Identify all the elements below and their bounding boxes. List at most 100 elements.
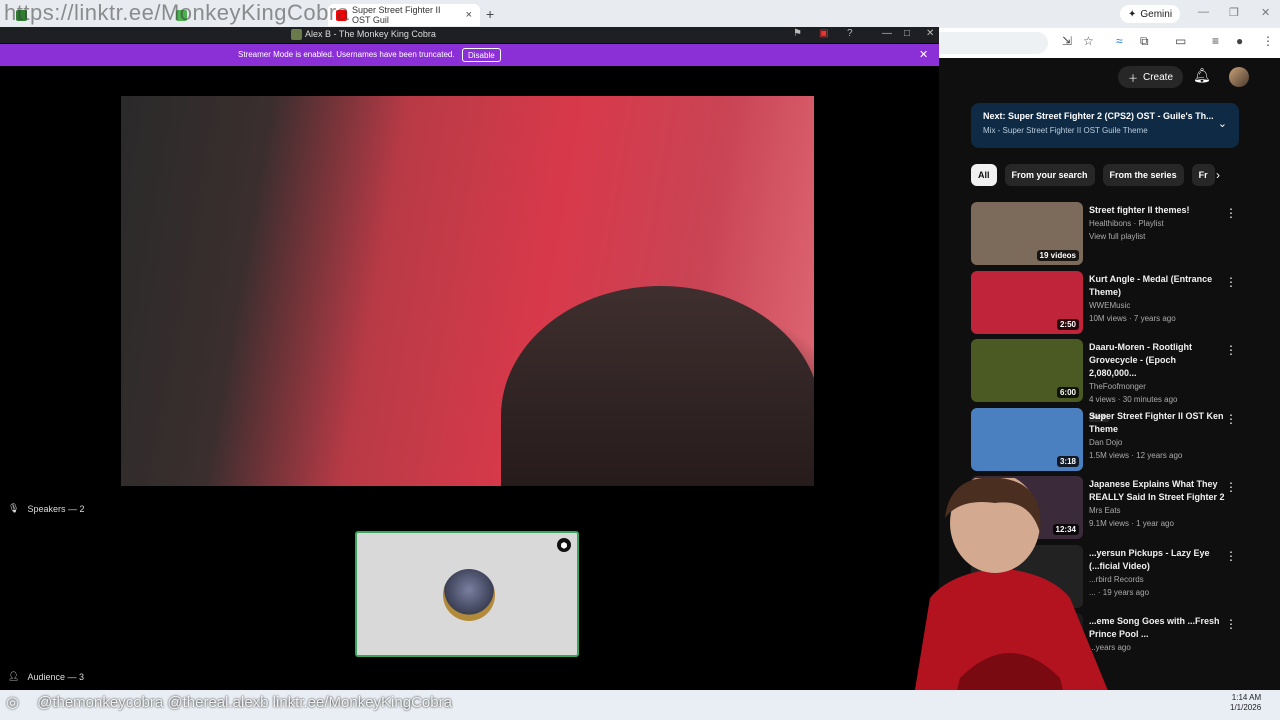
browser-tab-2[interactable]	[168, 4, 326, 26]
notifications-bell-icon[interactable]: 🔔︎	[1193, 67, 1211, 84]
video-thumbnail[interactable]	[971, 613, 1083, 676]
clock-time: 1:14 AM	[1231, 693, 1262, 702]
speaker-tile[interactable]: ⬢	[355, 531, 579, 657]
video-item[interactable]: 6:00 Daaru-Moren - Rootlight Grovecycle …	[971, 337, 1251, 422]
flag-icon[interactable]: ⚑	[793, 28, 802, 39]
install-app-icon[interactable]: ⇲	[1062, 34, 1072, 48]
browser-tab-1[interactable]	[8, 4, 166, 26]
restore-button[interactable]: ❐	[1229, 6, 1239, 19]
window-title: Alex B - The Monkey King Cobra	[305, 29, 436, 39]
video-info: ...yersun Pickups - Lazy Eye (...ficial …	[1089, 547, 1225, 599]
extensions-puzzle-icon[interactable]: ⧉	[1140, 34, 1149, 49]
video-channel[interactable]: ...rbird Records	[1089, 573, 1225, 586]
extension-icon[interactable]: ≈	[1116, 34, 1123, 48]
video-title[interactable]: Japanese Explains What They REALLY Said …	[1089, 478, 1225, 504]
video-item[interactable]: 12:34 Japanese Explains What They REALLY…	[971, 474, 1251, 543]
gemini-icon: ✦	[1128, 8, 1137, 20]
chevron-right-icon[interactable]: ›	[1216, 168, 1220, 182]
video-title[interactable]: Daaru-Moren - Rootlight Grovecycle - (Ep…	[1089, 341, 1225, 380]
video-channel[interactable]: WWEMusic	[1089, 299, 1225, 312]
up-next-title: Next: Super Street Fighter 2 (CPS2) OST …	[983, 111, 1214, 121]
video-info: Street fighter II themes! Healthibons · …	[1089, 204, 1225, 243]
stage-video[interactable]	[121, 96, 814, 486]
help-icon[interactable]: ?	[847, 28, 853, 39]
profile-avatar[interactable]: ●	[1236, 34, 1243, 48]
video-info: Japanese Explains What They REALLY Said …	[1089, 478, 1225, 530]
chip-more[interactable]: Fr	[1191, 164, 1215, 186]
video-thumbnail[interactable]: 3:18	[971, 407, 1083, 471]
close-window-button[interactable]: ✕	[1261, 6, 1270, 19]
browser-tab-active[interactable]: Super Street Fighter II OST Guil ×	[328, 4, 480, 26]
close-tab-icon[interactable]: ×	[466, 9, 472, 21]
menu-kebab-icon[interactable]: ⋮	[1262, 34, 1274, 48]
up-next-card[interactable]: Next: Super Street Fighter 2 (CPS2) OST …	[971, 103, 1239, 148]
new-tab-button[interactable]: +	[486, 6, 494, 22]
youtube-favicon-icon	[336, 9, 347, 21]
video-info: Super Street Fighter II OST Ken Theme Da…	[1089, 410, 1225, 462]
close-banner-icon[interactable]: ✕	[919, 48, 928, 61]
video-item[interactable]: 19 videos Street fighter II themes! Heal…	[971, 200, 1251, 269]
minimize-button[interactable]: —	[1198, 6, 1209, 18]
screen-share-icon[interactable]: ▣	[819, 28, 828, 39]
up-next-subtitle: Mix - Super Street Fighter II OST Guile …	[983, 126, 1148, 135]
video-title[interactable]: ...yersun Pickups - Lazy Eye (...ficial …	[1089, 547, 1225, 573]
more-options-icon[interactable]: ⋮	[1225, 412, 1237, 426]
chip-from-your-search[interactable]: From your search	[1004, 164, 1095, 186]
bookmark-star-icon[interactable]: ☆	[1083, 34, 1094, 48]
speakers-section: 🎙︎ Speakers — 2	[8, 503, 84, 514]
disable-button[interactable]: Disable	[462, 48, 501, 62]
video-channel[interactable]: Dan Dojo	[1089, 436, 1225, 449]
split-view-icon[interactable]: ▭	[1175, 34, 1186, 48]
social-handles-overlay: ◎ @themonkeycobra @thereal.alexb linktr.…	[6, 693, 452, 712]
video-thumbnail[interactable]: 2:50	[971, 270, 1083, 334]
speakers-label: Speakers — 2	[27, 503, 85, 514]
more-options-icon[interactable]: ⋮	[1225, 275, 1237, 289]
more-options-icon[interactable]: ⋮	[1225, 617, 1237, 631]
media-controls-icon[interactable]: ≡	[1212, 34, 1219, 48]
video-info: Kurt Angle - Medal (Entrance Theme) WWEM…	[1089, 273, 1225, 325]
video-channel[interactable]: Healthibons · Playlist	[1089, 217, 1225, 230]
video-channel[interactable]: TheFoofmonger	[1089, 380, 1225, 393]
streamer-mode-banner: Streamer Mode is enabled. Usernames have…	[0, 44, 939, 66]
tab-label: Super Street Fighter II OST Guil	[352, 5, 441, 25]
youtube-avatar[interactable]	[1229, 67, 1249, 87]
more-options-icon[interactable]: ⋮	[1225, 206, 1237, 220]
system-clock[interactable]: 1:14 AM 1/1/2026	[1230, 693, 1261, 713]
duration-badge: 2:50	[1056, 318, 1079, 330]
gemini-button[interactable]: ✦ Gemini	[1120, 5, 1181, 23]
chip-from-the-series[interactable]: From the series	[1102, 164, 1184, 186]
create-label: Create	[1143, 71, 1174, 83]
more-options-icon[interactable]: ⋮	[1225, 480, 1237, 494]
video-item[interactable]: ...yersun Pickups - Lazy Eye (...ficial …	[971, 543, 1251, 612]
video-item[interactable]: 2:50 Kurt Angle - Medal (Entrance Theme)…	[971, 269, 1251, 338]
microphone-icon: 🎙︎	[8, 503, 20, 513]
video-channel[interactable]: Mrs Eats	[1089, 504, 1225, 517]
maximize-button[interactable]: □	[904, 28, 910, 39]
browser-toolbar	[938, 28, 1280, 58]
video-title[interactable]: Kurt Angle - Medal (Entrance Theme)	[1089, 273, 1225, 299]
chip-all[interactable]: All	[971, 164, 997, 186]
close-button[interactable]: ✕	[926, 28, 934, 39]
address-bar[interactable]	[938, 32, 1048, 54]
instagram-icon: ◎	[6, 694, 20, 711]
video-title[interactable]: ...eme Song Goes with ...Fresh Prince Po…	[1089, 615, 1225, 641]
video-thumbnail[interactable]: 6:00	[971, 339, 1083, 402]
minimize-button[interactable]: —	[882, 28, 892, 39]
plus-icon: ＋	[1128, 73, 1138, 85]
create-button[interactable]: ＋ Create	[1118, 66, 1184, 88]
more-options-icon[interactable]: ⋮	[1225, 343, 1237, 357]
video-thumbnail[interactable]	[971, 544, 1083, 608]
video-title[interactable]: Street fighter II themes!	[1089, 204, 1225, 217]
chevron-down-icon[interactable]: ⌄	[1218, 117, 1227, 130]
video-thumbnail[interactable]: 19 videos	[971, 202, 1083, 265]
video-item[interactable]: 3:18 Super Street Fighter II OST Ken The…	[971, 406, 1251, 475]
duration-badge: 3:18	[1056, 455, 1079, 467]
audience-label: Audience — 3	[27, 671, 84, 682]
audience-section: 👤︎ Audience — 3	[8, 671, 84, 682]
more-options-icon[interactable]: ⋮	[1225, 549, 1237, 563]
video-thumbnail[interactable]: 12:34	[971, 476, 1083, 539]
recommendation-list: 19 videos Street fighter II themes! Heal…	[971, 200, 1251, 680]
video-title[interactable]: Super Street Fighter II OST Ken Theme	[1089, 410, 1225, 436]
discord-window: Alex B - The Monkey King Cobra ⚑ ▣ ? — □…	[0, 27, 939, 690]
video-item[interactable]: ...eme Song Goes with ...Fresh Prince Po…	[971, 611, 1251, 680]
